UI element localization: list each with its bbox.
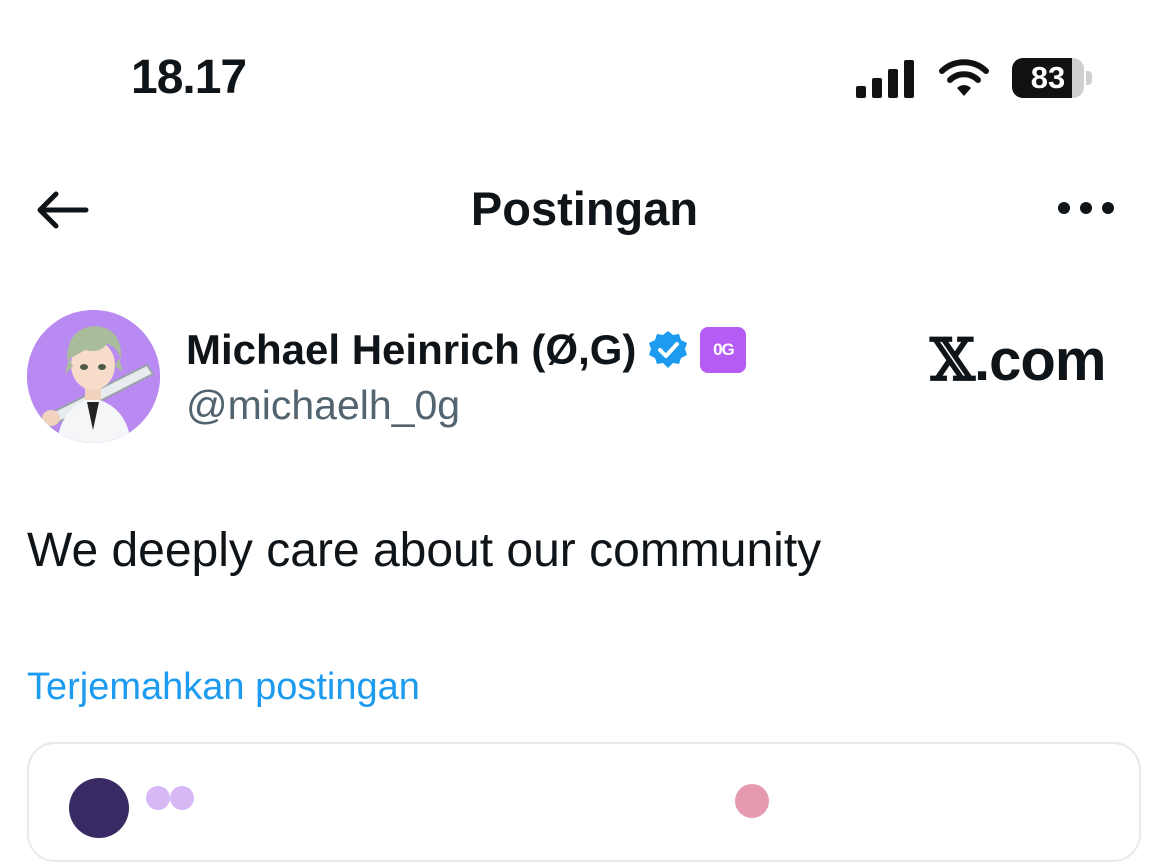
- x-com-watermark: 𝕏.com: [930, 326, 1106, 395]
- x-logo-icon: 𝕏: [930, 326, 975, 394]
- author-name-row[interactable]: Michael Heinrich (Ø,G) 0G: [186, 324, 747, 376]
- battery-level: 83: [1030, 60, 1066, 95]
- more-options-button[interactable]: [1050, 186, 1122, 230]
- battery-indicator: 83: [1012, 58, 1092, 98]
- status-icons: 83: [856, 56, 1092, 100]
- cellular-signal-icon: [856, 60, 914, 98]
- verified-badge-icon: [649, 331, 688, 368]
- translate-post-link[interactable]: Terjemahkan postingan: [27, 664, 420, 710]
- heart-emoji-icon: [146, 786, 194, 810]
- avatar-image: [27, 310, 160, 443]
- status-time: 18.17: [131, 51, 247, 104]
- quoted-post-card[interactable]: [27, 742, 1141, 862]
- quoted-post-avatar: [69, 778, 129, 838]
- author-avatar[interactable]: [27, 310, 160, 443]
- author-name[interactable]: Michael Heinrich (Ø,G): [186, 324, 636, 376]
- page-title: Postingan: [470, 182, 699, 235]
- affiliate-badge[interactable]: 0G: [700, 327, 747, 373]
- watermark-text: .com: [974, 328, 1106, 393]
- author-handle[interactable]: @michaelh_0g: [186, 380, 460, 430]
- quoted-post-emoji-icon: [735, 784, 769, 818]
- post-text: We deeply care about our community: [27, 524, 822, 577]
- more-horizontal-icon: [1058, 202, 1114, 214]
- wifi-icon: [939, 59, 989, 96]
